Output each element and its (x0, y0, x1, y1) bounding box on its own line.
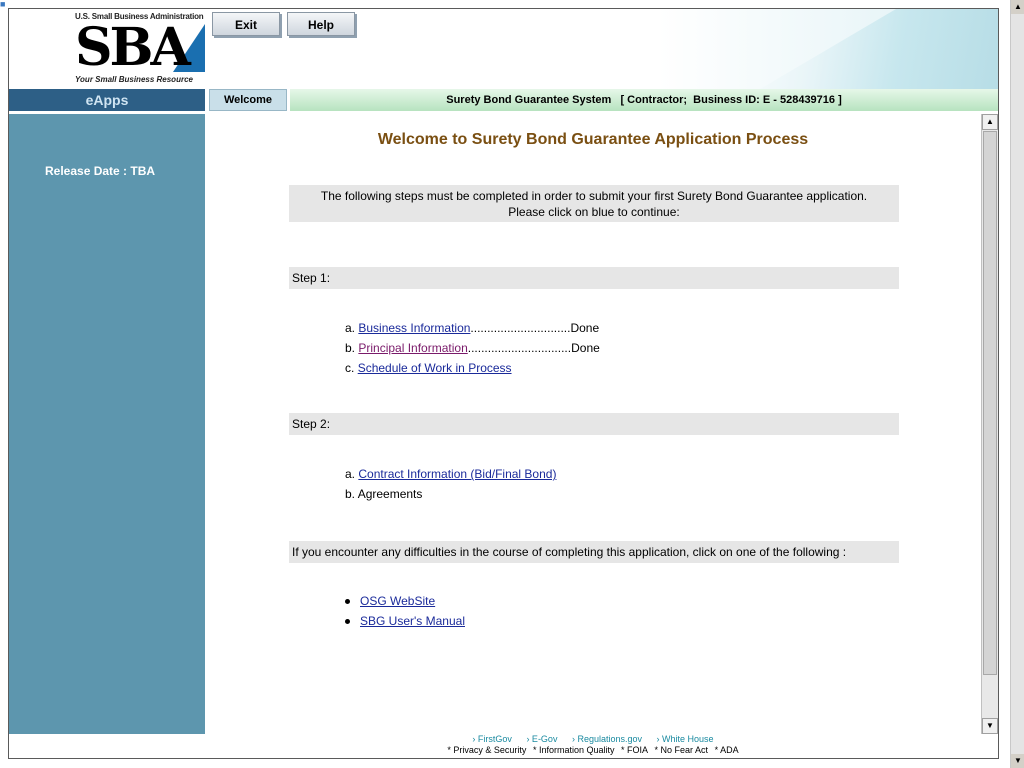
scroll-up-arrow-icon[interactable]: ▲ (1011, 0, 1024, 14)
sidebar: Release Date : TBA (9, 114, 205, 734)
main-content: Welcome to Surety Bond Guarantee Applica… (205, 114, 981, 734)
item-prefix: c. (345, 361, 355, 375)
scroll-down-arrow-icon[interactable]: ▼ (982, 718, 998, 734)
intro-line-1: The following steps must be completed in… (320, 189, 868, 203)
eapps-brand: eApps (9, 89, 205, 111)
item-dots: .............................. (470, 321, 571, 335)
user-manual-link[interactable]: SBG User's Manual (360, 614, 465, 628)
step-1-heading: Step 1: (289, 267, 899, 289)
item-dots: ............................... (467, 341, 572, 355)
step-2-heading: Step 2: (289, 413, 899, 435)
window-scrollbar[interactable]: ▲ ▼ (1010, 0, 1024, 768)
logo-letters: SBA (75, 17, 191, 78)
white-house-link[interactable]: › White House (657, 734, 714, 744)
schedule-of-work-link[interactable]: Schedule of Work in Process (358, 361, 512, 375)
page-title: Welcome to Surety Bond Guarantee Applica… (377, 131, 809, 148)
regulations-link[interactable]: › Regulations.gov (572, 734, 642, 744)
item-prefix: b. (345, 487, 356, 501)
release-date: Release Date : TBA (45, 164, 156, 178)
principal-information-link[interactable]: Principal Information (358, 341, 467, 355)
list-item: b. Agreements (345, 487, 422, 501)
exit-button[interactable]: Exit (212, 12, 280, 36)
scroll-thumb[interactable] (983, 131, 997, 675)
ada-link[interactable]: * ADA (715, 745, 739, 755)
business-information-link[interactable]: Business Information (358, 321, 470, 335)
list-item: c. Schedule of Work in Process (345, 361, 512, 375)
logo-tagline: Your Small Business Resource (75, 75, 193, 84)
list-item: OSG WebSite (345, 594, 435, 608)
list-item: a. Business Information.................… (345, 321, 599, 335)
footer-links: › FirstGov › E-Gov › Regulations.gov › W… (205, 734, 981, 745)
bullet-icon (345, 619, 350, 625)
item-prefix: b. (345, 341, 356, 355)
no-fear-act-link[interactable]: * No Fear Act (655, 745, 709, 755)
intro-line-2: Please click on blue to continue: (508, 205, 680, 219)
egov-link[interactable]: › E-Gov (526, 734, 557, 744)
footer: › FirstGov › E-Gov › Regulations.gov › W… (205, 734, 981, 758)
nav-bar: eApps Welcome Surety Bond Guarantee Syst… (9, 89, 998, 111)
footer-legal: * Privacy & Security * Information Quali… (205, 745, 981, 756)
scroll-down-arrow-icon[interactable]: ▼ (1011, 754, 1024, 768)
item-prefix: a. (345, 321, 356, 335)
contract-information-link[interactable]: Contract Information (Bid/Final Bond) (358, 467, 556, 481)
agreements-text: Agreements (357, 487, 423, 501)
sba-logo: U.S. Small Business Administration SBA Y… (75, 12, 207, 88)
list-item: a. Contract Information (Bid/Final Bond) (345, 467, 556, 481)
foia-link[interactable]: * FOIA (621, 745, 648, 755)
item-status: Done (571, 341, 600, 355)
list-item: SBG User's Manual (345, 614, 465, 628)
item-status: Done (570, 321, 600, 335)
privacy-link[interactable]: * Privacy & Security (447, 745, 526, 755)
scroll-up-arrow-icon[interactable]: ▲ (982, 114, 998, 130)
app-frame: U.S. Small Business Administration SBA Y… (8, 8, 999, 759)
list-item: b. Principal Information................… (345, 341, 600, 355)
firstgov-link[interactable]: › FirstGov (472, 734, 512, 744)
tab-welcome[interactable]: Welcome (209, 89, 287, 111)
help-button[interactable]: Help (287, 12, 355, 36)
content-scrollbar[interactable]: ▲ ▼ (981, 114, 998, 734)
osg-website-link[interactable]: OSG WebSite (360, 594, 435, 608)
intro-box: The following steps must be completed in… (289, 185, 899, 222)
header: U.S. Small Business Administration SBA Y… (9, 9, 998, 89)
help-heading: If you encounter any difficulties in the… (289, 541, 899, 563)
system-title-bar: Surety Bond Guarantee System [ Contracto… (290, 89, 998, 111)
item-prefix: a. (345, 467, 356, 481)
information-quality-link[interactable]: * Information Quality (533, 745, 615, 755)
bullet-icon (345, 599, 350, 605)
